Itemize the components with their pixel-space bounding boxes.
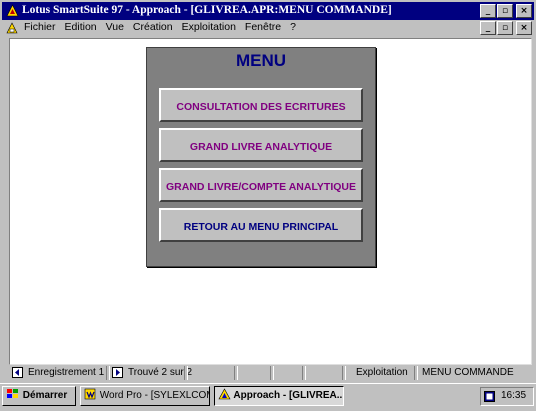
form-area: MENU CONSULTATION DES ECRITURES GRAND LI…: [9, 38, 532, 365]
approach-icon: [218, 388, 231, 400]
word-pro-icon: [84, 388, 96, 400]
mode-status[interactable]: Exploitation: [356, 366, 408, 380]
menu-exploitation[interactable]: Exploitation: [182, 21, 236, 33]
menu-vue[interactable]: Vue: [106, 21, 124, 33]
menu-edition[interactable]: Edition: [65, 21, 97, 33]
document-icon[interactable]: [6, 22, 18, 34]
view-status[interactable]: MENU COMMANDE: [422, 366, 514, 380]
status-divider: [106, 366, 110, 380]
record-nav-icon[interactable]: [12, 367, 23, 378]
menu-panel: MENU CONSULTATION DES ECRITURES GRAND LI…: [146, 47, 376, 267]
tray-app-icon[interactable]: [484, 391, 495, 402]
menu-fichier[interactable]: Fichier: [24, 21, 56, 33]
found-status: Trouvé 2 sur 2: [128, 367, 193, 378]
doc-minimize-button[interactable]: _: [480, 21, 496, 35]
grand-livre-compte-button[interactable]: GRAND LIVRE/COMPTE ANALYTIQUE: [159, 168, 363, 202]
document-controls: _ ▫ ×: [480, 21, 532, 35]
window-controls: _ ▫ ×: [480, 4, 532, 18]
menu-title: MENU: [235, 51, 287, 70]
system-tray: 16:35: [480, 387, 534, 406]
taskbar: Démarrer Word Pro - [SYLEXLCOM... Approa…: [0, 383, 536, 411]
start-label: Démarrer: [22, 390, 68, 401]
lotus-app-icon[interactable]: [6, 4, 19, 17]
menu-items: Fichier Edition Vue Création Exploitatio…: [24, 21, 296, 33]
grand-livre-analytique-button[interactable]: GRAND LIVRE ANALYTIQUE: [159, 128, 363, 162]
menu-fenetre[interactable]: Fenêtre: [245, 21, 281, 33]
record-status: Enregistrement 1: [28, 367, 105, 378]
task-approach-label: Approach - [GLIVREA...: [233, 390, 344, 401]
menu-creation[interactable]: Création: [133, 21, 173, 33]
minimize-button[interactable]: _: [480, 4, 496, 18]
task-word-pro-label: Word Pro - [SYLEXLCOM...: [99, 390, 209, 401]
windows-logo-icon: [7, 389, 18, 398]
clock[interactable]: 16:35: [501, 390, 526, 401]
title-bar[interactable]: Lotus SmartSuite 97 - Approach - [GLIVRE…: [2, 2, 534, 20]
maximize-button[interactable]: ▫: [497, 4, 513, 18]
consultation-button[interactable]: CONSULTATION DES ECRITURES: [159, 88, 363, 122]
doc-close-button[interactable]: ×: [516, 21, 532, 35]
status-divider: [414, 366, 418, 380]
find-icon[interactable]: [112, 367, 123, 378]
close-button[interactable]: ×: [516, 4, 532, 18]
retour-menu-principal-button[interactable]: RETOUR AU MENU PRINCIPAL: [159, 208, 363, 242]
menu-bar: Fichier Edition Vue Création Exploitatio…: [2, 20, 534, 36]
task-word-pro[interactable]: Word Pro - [SYLEXLCOM...: [80, 386, 210, 406]
status-divider: [270, 366, 274, 380]
menu-help[interactable]: ?: [290, 21, 296, 33]
status-divider: [184, 366, 188, 380]
status-divider: [342, 366, 346, 380]
start-button[interactable]: Démarrer: [2, 386, 76, 406]
status-bar: Enregistrement 1 Trouvé 2 sur 2 Exploita…: [2, 365, 534, 381]
task-approach[interactable]: Approach - [GLIVREA...: [214, 386, 344, 406]
doc-restore-button[interactable]: ▫: [497, 21, 513, 35]
window-title: Lotus SmartSuite 97 - Approach - [GLIVRE…: [22, 4, 392, 16]
status-divider: [302, 366, 306, 380]
status-divider: [234, 366, 238, 380]
